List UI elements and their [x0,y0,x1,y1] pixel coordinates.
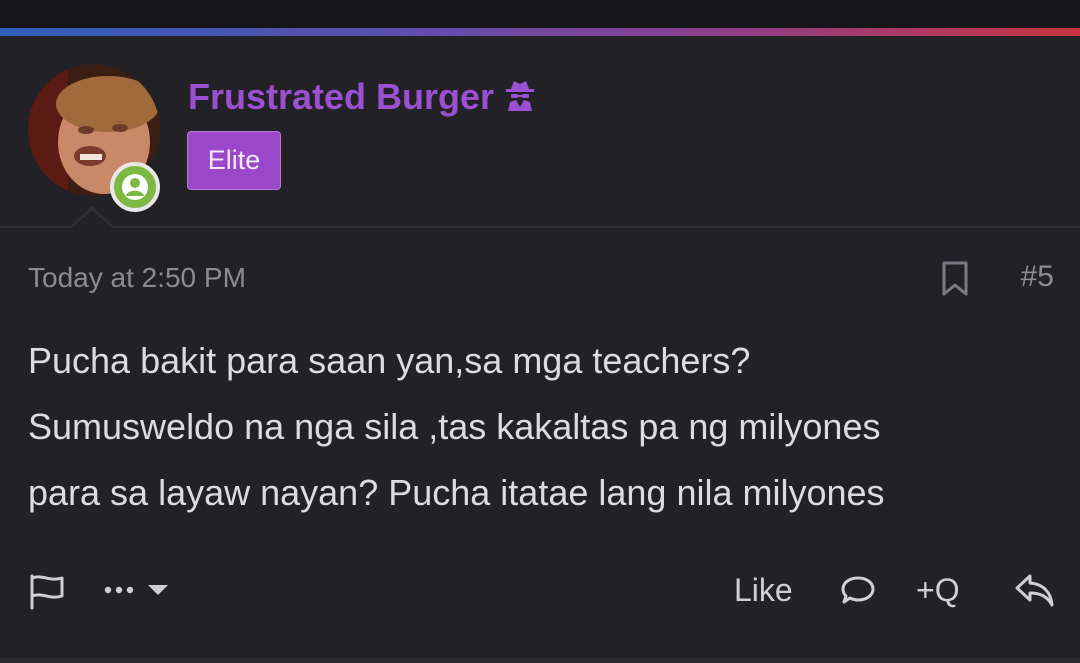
author-name[interactable]: Frustrated Burger [188,76,494,118]
post-timestamp[interactable]: Today at 2:50 PM [28,262,246,294]
post-message: Pucha bakit para saan yan,sa mga teacher… [28,328,1048,526]
bookmark-icon[interactable] [940,260,970,298]
post-container: Frustrated Burger Elite Today at 2:50 PM… [0,36,1080,658]
user-online-icon [110,162,160,212]
message-line: Sumusweldo na nga sila ,tas kakaltas pa … [28,406,881,447]
reply-icon[interactable] [1014,572,1056,610]
post-meta: Today at 2:50 PM #5 [28,258,1054,302]
message-line: para sa layaw nayan? Pucha itatae lang n… [28,472,885,513]
role-badge: Elite [187,131,281,190]
username-row: Frustrated Burger [188,76,538,118]
post-bottom-border [0,658,1080,663]
speech-bubble-icon[interactable] [840,574,876,608]
post-user-header: Frustrated Burger Elite [0,36,1080,230]
post-actions: Like +Q [28,568,1058,612]
flag-icon[interactable] [28,572,66,610]
quote-button[interactable]: +Q [916,572,960,609]
like-button[interactable]: Like [734,572,793,609]
more-options-button[interactable] [104,576,174,606]
accent-bar [0,28,1080,36]
top-strip [0,0,1080,28]
header-pointer-inner [70,210,114,230]
post-number[interactable]: #5 [1021,260,1054,294]
message-line: Pucha bakit para saan yan,sa mga teacher… [28,340,751,381]
spy-icon [502,77,538,118]
